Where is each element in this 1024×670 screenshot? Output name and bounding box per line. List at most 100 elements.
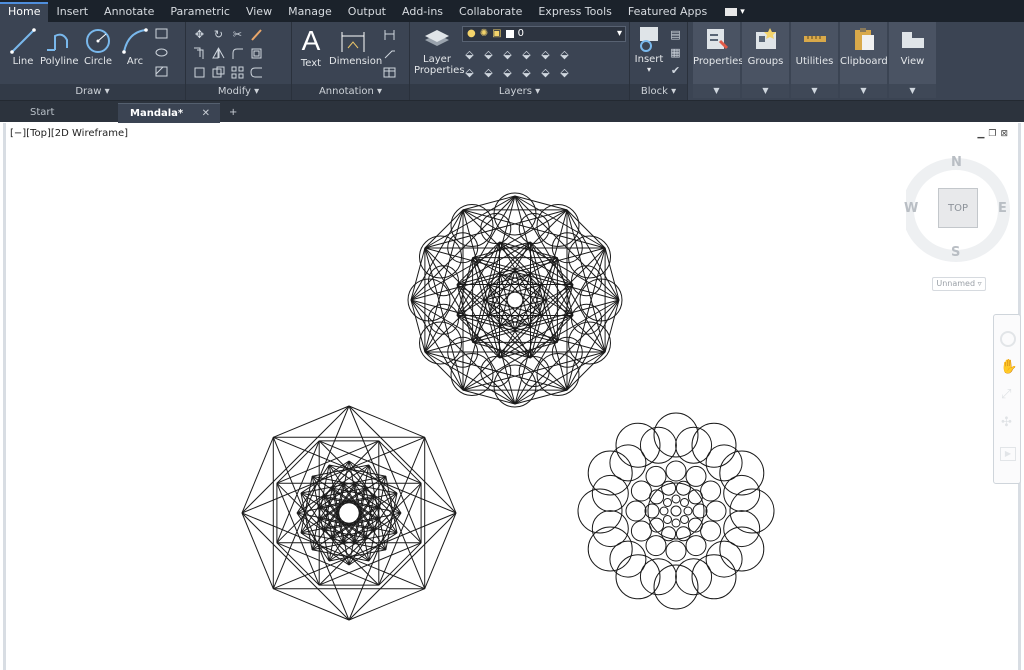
tab-annotate[interactable]: Annotate (96, 2, 162, 22)
layer-tool-icon[interactable]: ⬙ (519, 47, 534, 62)
tab-insert[interactable]: Insert (48, 2, 96, 22)
move-icon[interactable]: ✥ (192, 27, 207, 42)
leader-icon[interactable] (382, 46, 397, 61)
scale-icon[interactable] (211, 65, 226, 80)
sun-icon: ✺ (479, 28, 489, 39)
layer-tool-icon[interactable]: ⬙ (481, 47, 496, 62)
tab-home[interactable]: Home (0, 2, 49, 22)
text-button[interactable]: A Text (298, 24, 324, 69)
layer-tool-icon[interactable]: ⬙ (481, 65, 496, 80)
compass-west[interactable]: W (904, 201, 918, 216)
layer-properties-label-1: Layer (423, 54, 451, 65)
mandala-circle (671, 518, 681, 528)
viewcube[interactable]: N S W E TOP Unnamed ▿ (902, 153, 1018, 323)
layer-tool-icon[interactable]: ⬙ (500, 47, 515, 62)
tab-mandala[interactable]: Mandala* ✕ (118, 103, 220, 123)
mirror-icon[interactable] (211, 46, 226, 61)
clipboard-panel-button[interactable]: Clipboard ▼ (840, 22, 888, 98)
circle-button[interactable]: Circle (82, 26, 114, 67)
mandala-line (566, 209, 620, 301)
edit-block-icon[interactable]: ▦ (668, 45, 683, 60)
layer-tool-icon[interactable]: ⬙ (557, 47, 572, 62)
rectangle-icon[interactable] (154, 26, 169, 41)
tab-output[interactable]: Output (340, 2, 394, 22)
rotate-icon[interactable]: ↻ (211, 27, 226, 42)
tab-parametric[interactable]: Parametric (162, 2, 238, 22)
dimension-button[interactable]: Dimension (329, 26, 382, 67)
fillet-icon[interactable] (230, 46, 245, 61)
groups-panel-button[interactable]: Groups ▼ (742, 22, 789, 98)
hatch-icon[interactable] (154, 64, 169, 79)
mandala-circle (683, 506, 693, 516)
copy-icon[interactable] (192, 46, 207, 61)
erase-icon[interactable] (249, 27, 264, 42)
view-panel-button[interactable]: View ▼ (889, 22, 936, 98)
compass-south[interactable]: S (951, 245, 960, 260)
draw-panel-title[interactable]: Draw ▾ (0, 84, 185, 100)
offset-icon[interactable] (249, 65, 264, 80)
tab-add-ins[interactable]: Add-ins (394, 2, 451, 22)
view-icon (901, 32, 924, 48)
mandala-circle (680, 498, 689, 507)
close-icon[interactable]: ✕ (202, 104, 210, 124)
mandala-circle (723, 474, 761, 512)
line-button[interactable]: Line (8, 26, 38, 67)
mandala-line (378, 483, 422, 586)
modify-panel-title[interactable]: Modify ▾ (186, 84, 291, 100)
layer-properties-label-2: Properties (414, 65, 465, 76)
layer-tool-icon[interactable]: ⬙ (500, 65, 515, 80)
block-panel-title[interactable]: Block ▾ (630, 84, 687, 100)
tab-featured-apps[interactable]: Featured Apps (620, 2, 715, 22)
layer-tool-icon[interactable]: ⬙ (519, 65, 534, 80)
view-label: View (900, 56, 925, 67)
attribute-icon[interactable]: ✔ (668, 63, 683, 78)
utilities-panel-button[interactable]: Utilities ▼ (791, 22, 838, 98)
mandala-circles-top (407, 192, 623, 408)
tab-express-tools[interactable]: Express Tools (530, 2, 620, 22)
new-tab-button[interactable]: + (224, 103, 244, 123)
drawing-viewport[interactable]: [−][Top][2D Wireframe] ▁ ❐ ⊠ N S W E TOP… (3, 123, 1021, 670)
chevron-down-icon: ▾ (740, 7, 745, 17)
layer-tool-icon[interactable]: ⬙ (462, 47, 477, 62)
annotation-panel-title[interactable]: Annotation ▾ (292, 84, 409, 100)
arc-button[interactable]: Arc (120, 26, 150, 67)
layer-properties-button[interactable]: Layer Properties (414, 24, 465, 76)
array-icon[interactable] (230, 65, 245, 80)
ellipse-icon[interactable] (154, 45, 169, 60)
polyline-button[interactable]: Polyline (40, 26, 79, 67)
trim-icon[interactable]: ✂ (230, 27, 245, 42)
viewcube-top-face[interactable]: TOP (938, 188, 978, 228)
pan-hand-icon[interactable]: ✋ (1000, 359, 1017, 375)
layers-panel-title[interactable]: Layers ▾ (410, 84, 629, 100)
stretch-icon[interactable] (192, 65, 207, 80)
tab-view[interactable]: View (238, 2, 280, 22)
tab-manage[interactable]: Manage (280, 2, 340, 22)
table-icon[interactable] (382, 65, 397, 80)
layer-dropdown[interactable]: ● ✺ ▣ 0 ▾ (462, 26, 626, 42)
layer-tool-icon[interactable]: ⬙ (538, 47, 553, 62)
insert-button[interactable]: Insert ▾ (632, 24, 666, 74)
block-panel: Insert ▾ ▤ ▦ ✔ Block ▾ (630, 22, 688, 100)
showmotion-icon[interactable]: ▶ (1000, 447, 1016, 461)
orbit-icon[interactable]: ✣ (1001, 415, 1012, 430)
layer-tool-icon[interactable]: ⬙ (538, 65, 553, 80)
tab-start[interactable]: Start (18, 103, 118, 123)
steering-wheel-icon[interactable] (1000, 331, 1016, 347)
layer-tool-icon[interactable]: ⬙ (557, 65, 572, 80)
layer-properties-icon (425, 30, 449, 46)
properties-panel-button[interactable]: Properties ▼ (693, 22, 744, 98)
create-block-icon[interactable]: ▤ (668, 27, 683, 42)
explode-icon[interactable] (249, 46, 264, 61)
layers-panel: Layer Properties ● ✺ ▣ 0 ▾ ⬙ ⬙ ⬙ ⬙ ⬙ ⬙ ⬙ ⬙ ⬙ ⬙ ⬙ ⬙… (410, 22, 630, 100)
linear-dimension-icon[interactable] (382, 27, 397, 42)
text-icon: A (301, 25, 321, 56)
ribbon-display-toggle[interactable]: ▾ (725, 2, 745, 22)
mandala-line (514, 195, 568, 211)
layer-tool-icon[interactable]: ⬙ (462, 65, 477, 80)
zoom-icon[interactable]: ⤢ (1001, 387, 1011, 402)
tab-collaborate[interactable]: Collaborate (451, 2, 530, 22)
ucs-dropdown[interactable]: Unnamed ▿ (932, 277, 986, 291)
compass-east[interactable]: E (998, 201, 1007, 216)
mandala-line (514, 195, 606, 249)
compass-north[interactable]: N (951, 155, 962, 170)
